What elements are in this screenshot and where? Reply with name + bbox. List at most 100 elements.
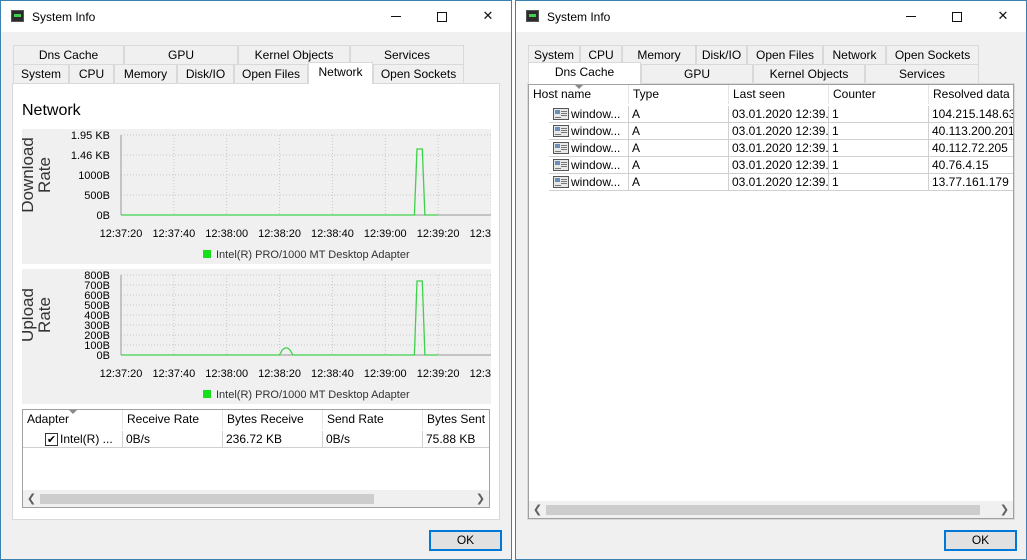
scrollbar-thumb[interactable] — [546, 505, 980, 515]
host-icon — [553, 125, 569, 137]
maximize-button[interactable] — [419, 1, 465, 32]
x-tick-label: 12:39:20 — [417, 368, 460, 380]
resolved-data-cell: 40.76.4.15 — [929, 157, 1013, 174]
resolved-data-cell: 13.77.161.179 — [929, 174, 1013, 191]
tab-services[interactable]: Services — [865, 64, 979, 83]
checkmark-icon: ✔ — [46, 433, 57, 446]
column-type[interactable]: Type — [629, 85, 729, 104]
column-send-rate[interactable]: Send Rate — [323, 410, 423, 429]
tab-gpu[interactable]: GPU — [641, 64, 753, 83]
close-button[interactable]: ✕ — [980, 1, 1026, 32]
y-axis-title: DownloadRate — [22, 137, 54, 213]
y-tick-label: 1.46 KB — [71, 150, 110, 162]
horizontal-scrollbar[interactable]: ❮ ❯ — [529, 501, 1013, 518]
tab-memory[interactable]: Memory — [114, 64, 177, 83]
column-bytes-sent[interactable]: Bytes Sent — [423, 410, 489, 429]
table-row[interactable]: window... A 03.01.2020 12:39... 1 104.215.14… — [529, 106, 1013, 123]
type-cell: A — [629, 174, 729, 191]
scrollbar-thumb[interactable] — [40, 494, 374, 504]
tab-open-files[interactable]: Open Files — [234, 64, 308, 83]
scroll-right-icon[interactable]: ❯ — [472, 490, 489, 507]
resolved-data-cell: 104.215.148.63 — [929, 106, 1013, 123]
type-cell: A — [629, 157, 729, 174]
x-tick-label: 12:39:40 — [470, 368, 491, 380]
table-row[interactable]: window... A 03.01.2020 12:39... 1 40.113.200… — [529, 123, 1013, 140]
tab-row-front: System CPU Memory Disk/IO Open Files Net… — [13, 62, 465, 84]
legend-swatch — [203, 250, 211, 258]
table-row[interactable]: window... A 03.01.2020 12:39... 1 13.77.161.… — [529, 174, 1013, 191]
scroll-right-icon[interactable]: ❯ — [996, 501, 1013, 518]
x-tick-label: 12:38:40 — [311, 228, 354, 240]
tab-dns-cache[interactable]: Dns Cache — [528, 62, 641, 84]
tab-system[interactable]: System — [13, 64, 69, 83]
tab-disk-io[interactable]: Disk/IO — [177, 64, 234, 83]
tab-network[interactable]: Network — [308, 62, 373, 84]
dns-cache-table: Host name Type Last seen Counter Resolve… — [528, 84, 1014, 519]
title-bar[interactable]: System Info ✕ — [516, 1, 1026, 32]
legend-swatch — [203, 390, 211, 398]
tab-disk-io[interactable]: Disk/IO — [696, 45, 747, 64]
y-tick-label: 0B — [97, 210, 110, 222]
window-title: System Info — [32, 10, 96, 24]
x-tick-label: 12:39:40 — [470, 228, 491, 240]
window-title: System Info — [547, 10, 611, 24]
tab-cpu[interactable]: CPU — [69, 64, 114, 83]
scroll-left-icon[interactable]: ❮ — [529, 501, 546, 518]
y-tick-label: 500B — [84, 190, 110, 202]
tab-network[interactable]: Network — [823, 45, 886, 64]
counter-cell: 1 — [829, 106, 929, 123]
type-cell: A — [629, 106, 729, 123]
tab-kernel-objects[interactable]: Kernel Objects — [753, 64, 865, 83]
column-counter[interactable]: Counter — [829, 85, 929, 104]
title-bar[interactable]: System Info ✕ — [1, 1, 511, 32]
tab-dns-cache[interactable]: Dns Cache — [13, 45, 124, 64]
bytes-receive-cell: 236.72 KB — [223, 431, 323, 448]
ok-button[interactable]: OK — [429, 530, 502, 551]
scroll-left-icon[interactable]: ❮ — [23, 490, 40, 507]
x-tick-label: 12:37:20 — [100, 368, 143, 380]
minimize-button[interactable] — [373, 1, 419, 32]
upload-chart-box: 800B 700B 600B 500B 400B 300B 200B 100B 0B 12:37:… — [22, 269, 491, 404]
column-resolved-data[interactable]: Resolved data — [929, 85, 1013, 104]
horizontal-scrollbar[interactable]: ❮ ❯ — [23, 490, 489, 507]
maximize-button[interactable] — [934, 1, 980, 32]
counter-cell: 1 — [829, 140, 929, 157]
maximize-icon — [437, 11, 447, 22]
last-seen-cell: 03.01.2020 12:39... — [729, 106, 829, 123]
resolved-data-cell: 40.113.200.201 — [929, 123, 1013, 140]
column-receive-rate[interactable]: Receive Rate — [123, 410, 223, 429]
host-icon — [553, 176, 569, 188]
send-rate-cell: 0B/s — [323, 431, 423, 448]
adapters-table-header: Adapter Receive Rate Bytes Receive Send … — [23, 410, 489, 429]
app-icon — [11, 10, 24, 22]
minimize-button[interactable] — [888, 1, 934, 32]
tab-open-files[interactable]: Open Files — [747, 45, 823, 64]
tab-open-sockets[interactable]: Open Sockets — [886, 45, 979, 64]
ok-button[interactable]: OK — [944, 530, 1017, 551]
type-cell: A — [629, 140, 729, 157]
adapters-table: Adapter Receive Rate Bytes Receive Send … — [22, 409, 490, 508]
y-tick-label: 1000B — [78, 170, 110, 182]
last-seen-cell: 03.01.2020 12:39... — [729, 174, 829, 191]
adapter-checkbox[interactable]: ✔ — [45, 433, 58, 446]
close-button[interactable]: ✕ — [465, 1, 511, 32]
column-last-seen[interactable]: Last seen — [729, 85, 829, 104]
download-chart-box: 1.95 KB 1.46 KB 1000B 500B 0B 12:37:20 12:37:4… — [22, 129, 491, 264]
resolved-data-cell: 40.112.72.205 — [929, 140, 1013, 157]
page-title: Network — [22, 102, 81, 119]
counter-cell: 1 — [829, 174, 929, 191]
x-tick-label: 12:38:40 — [311, 368, 354, 380]
close-icon: ✕ — [482, 9, 494, 24]
type-cell: A — [629, 123, 729, 140]
column-bytes-receive[interactable]: Bytes Receive — [223, 410, 323, 429]
table-row[interactable]: Intel(R) ... ✔ 0B/s 236.72 KB 0B/s 75.88… — [23, 431, 489, 448]
series-line — [121, 148, 439, 216]
tab-gpu[interactable]: GPU — [124, 45, 238, 64]
last-seen-cell: 03.01.2020 12:39... — [729, 140, 829, 157]
sort-caret-icon — [69, 410, 77, 414]
table-row[interactable]: window... A 03.01.2020 12:39... 1 40.76.4.15 — [529, 157, 1013, 174]
tab-open-sockets[interactable]: Open Sockets — [373, 64, 464, 83]
table-row[interactable]: window... A 03.01.2020 12:39... 1 40.112.72.… — [529, 140, 1013, 157]
x-tick-label: 12:38:00 — [205, 228, 248, 240]
x-tick-label: 12:37:40 — [152, 368, 195, 380]
